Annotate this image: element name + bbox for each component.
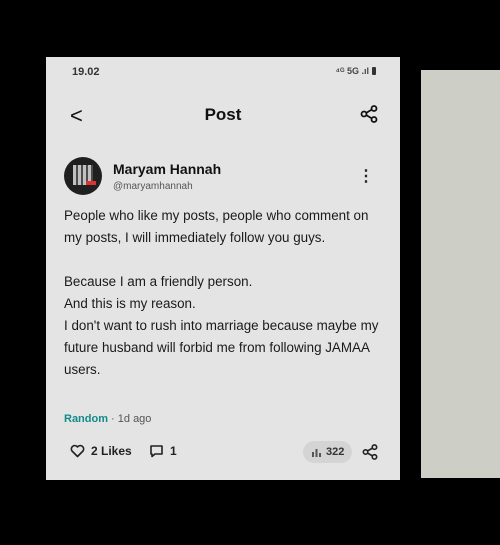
post-body: People who like my posts, people who com… [64, 205, 384, 381]
post-time: · 1d ago [108, 413, 152, 425]
network-icon: ⁴ᴳ 5G .ıl [335, 66, 369, 76]
phone-screen: 19.02 ⁴ᴳ 5G .ıl < Post Maryam Hannah @ma… [46, 57, 400, 480]
post-meta: Random · 1d ago [64, 413, 151, 425]
share-icon[interactable] [360, 105, 378, 128]
views-badge: 322 [303, 441, 353, 463]
like-button[interactable]: 2 Likes [70, 444, 132, 458]
bar-chart-icon [312, 449, 321, 457]
status-time: 19.02 [72, 66, 100, 78]
status-bar: 19.02 ⁴ᴳ 5G .ıl [46, 57, 400, 87]
post-paragraph: People who like my posts, people who com… [64, 208, 369, 245]
comments-count: 1 [170, 444, 177, 458]
views-count: 322 [326, 446, 345, 458]
category-link[interactable]: Random [64, 413, 108, 425]
comment-icon [150, 445, 163, 458]
more-options-icon[interactable]: ⋮ [358, 169, 374, 185]
action-bar: 2 Likes 1 322 [46, 441, 400, 467]
author-name[interactable]: Maryam Hannah [113, 161, 221, 177]
share-post-icon[interactable] [362, 444, 378, 465]
post-header: < Post [46, 95, 400, 135]
heart-icon [70, 444, 85, 458]
page-title: Post [204, 105, 242, 124]
comment-button[interactable]: 1 [149, 444, 177, 458]
avatar[interactable] [64, 157, 102, 195]
battery-icon [372, 67, 376, 75]
likes-count: 2 Likes [91, 444, 132, 458]
background-panel [421, 70, 500, 478]
avatar-badge [86, 181, 96, 185]
post-paragraph: Because I am a friendly person. And this… [64, 274, 379, 377]
author-handle[interactable]: @maryamhannah [113, 181, 193, 192]
signal-indicators: ⁴ᴳ 5G .ıl [336, 66, 376, 76]
